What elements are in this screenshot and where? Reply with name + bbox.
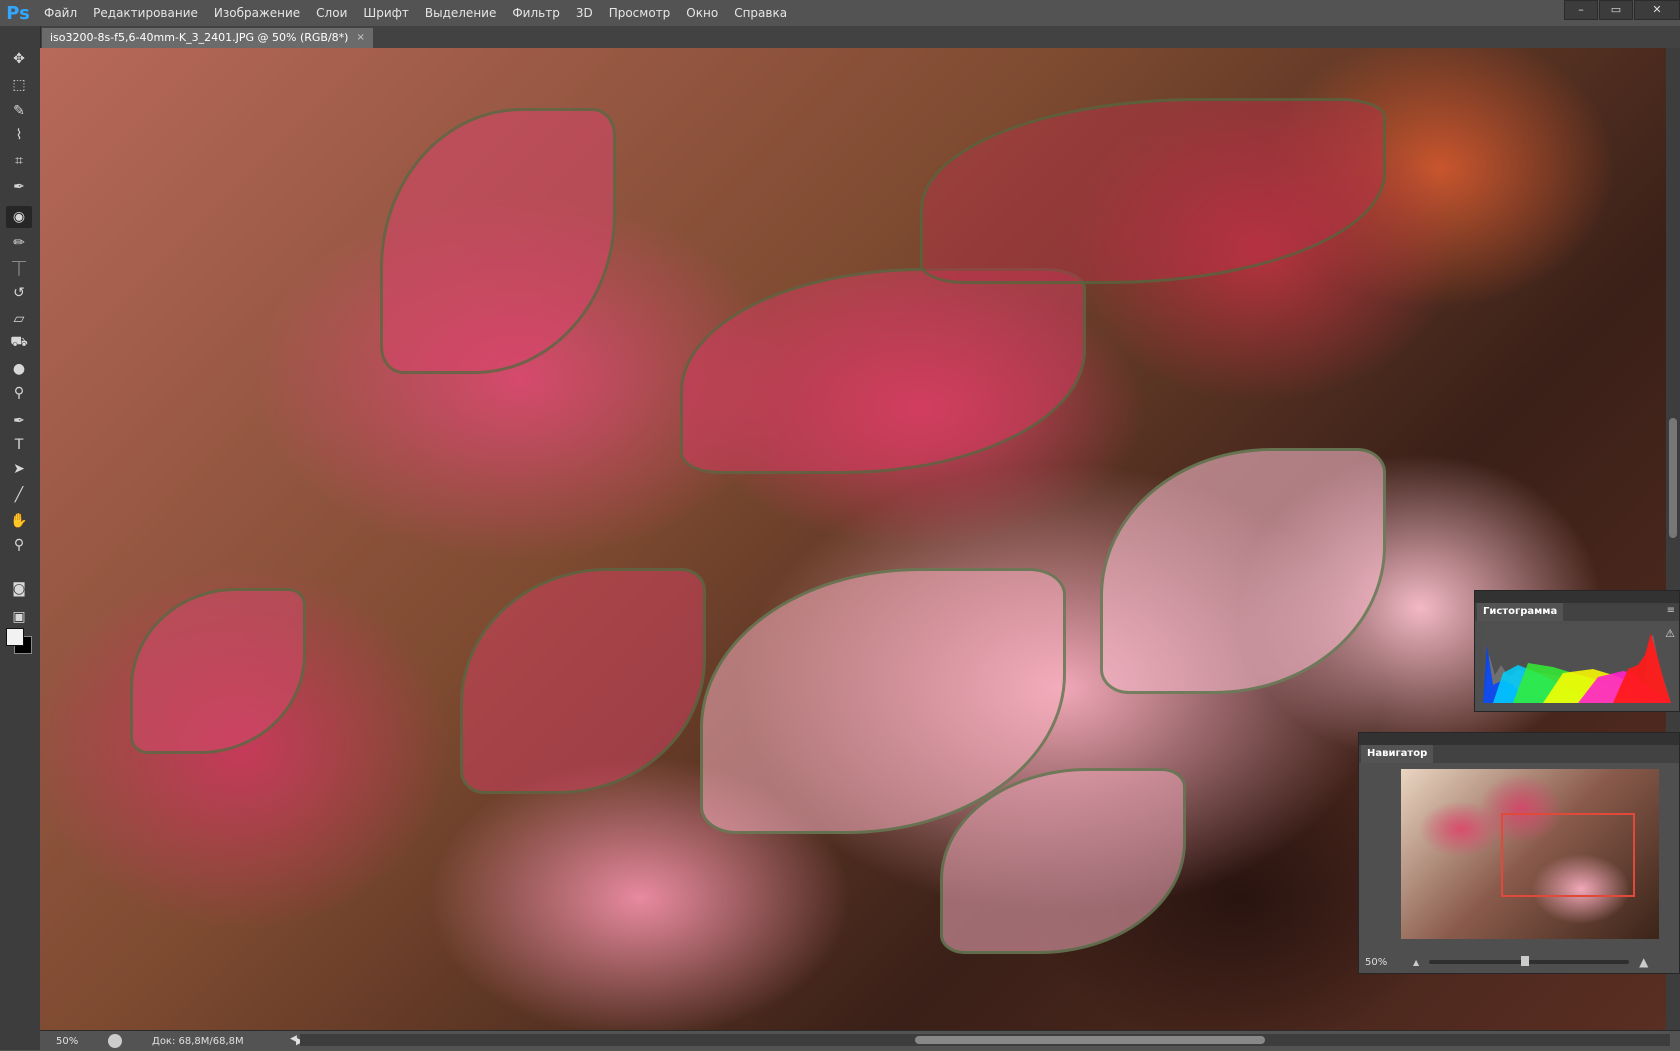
scroll-left-icon[interactable]: ◀ (290, 1034, 297, 1044)
menu-item[interactable]: 3D (568, 0, 601, 26)
dodge-tool-icon[interactable]: ⚲ (6, 382, 32, 404)
menu-item[interactable]: Фильтр (504, 0, 567, 26)
spot-heal-tool-icon[interactable]: ◉ (6, 206, 32, 228)
line-tool-icon[interactable]: ╱ (6, 484, 32, 506)
marquee-tool-icon[interactable]: ⬚ (6, 74, 32, 96)
menu-item[interactable]: Просмотр (601, 0, 679, 26)
vertical-scroll-thumb[interactable] (1669, 418, 1677, 538)
restore-button[interactable]: ▭ (1599, 0, 1633, 20)
document-tab[interactable]: iso3200-8s-f5,6-40mm-K_3_2401.JPG @ 50% … (42, 28, 373, 48)
menu-item[interactable]: Справка (726, 0, 795, 26)
menu-bar: Ps Файл Редактирование Изображение Слои Шриф… (0, 0, 1680, 26)
paint-bucket-tool-icon[interactable]: ⛟ (6, 332, 32, 354)
histogram-graph (1483, 625, 1671, 705)
navigator-controls: 50% ▲ ▲ (1359, 951, 1679, 973)
leaf-shape (920, 98, 1386, 284)
stamp-tool-icon[interactable]: ⏉ (6, 258, 32, 280)
history-brush-tool-icon[interactable]: ↺ (6, 282, 32, 304)
eyedropper-tool-icon[interactable]: ✒ (6, 176, 32, 198)
document-tab-bar: iso3200-8s-f5,6-40mm-K_3_2401.JPG @ 50% … (40, 26, 1680, 48)
close-window-button[interactable]: ✕ (1634, 0, 1680, 20)
leaf-shape (460, 568, 706, 794)
zoom-slider[interactable] (1429, 956, 1630, 966)
tools-panel: ✥ ⬚ ✎ ⌇ ⌗ ✒ ◉ ✏ ⏉ ↺ ▱ ⛟ ● ⚲ ✒ T ➤ ╱ ✋ ⚲ ◙ ▣ (0, 26, 41, 1050)
navigator-tab[interactable]: Навигатор (1361, 745, 1434, 763)
path-select-tool-icon[interactable]: ➤ (6, 458, 32, 480)
menu-item[interactable]: Шрифт (355, 0, 417, 26)
lasso-tool-icon[interactable]: ✎ (6, 100, 32, 122)
leaf-shape (1100, 448, 1386, 694)
eraser-tool-icon[interactable]: ▱ (6, 308, 32, 330)
zoom-tool-icon[interactable]: ⚲ (6, 534, 32, 556)
menu-item[interactable]: Окно (678, 0, 726, 26)
main-menu: Файл Редактирование Изображение Слои Шрифт Вы… (36, 0, 795, 26)
minimize-button[interactable]: – (1564, 0, 1598, 20)
histogram-panel: Гистограмма ≡ ⚠ (1474, 590, 1680, 712)
menu-item[interactable]: Слои (308, 0, 355, 26)
photoshop-logo: Ps (6, 2, 30, 24)
foreground-color-swatch[interactable] (6, 628, 24, 646)
menu-item[interactable]: Выделение (417, 0, 504, 26)
doc-size-info: Док: 68,8M/68,8M (152, 1035, 244, 1047)
status-info-icon[interactable] (108, 1034, 122, 1048)
hand-tool-icon[interactable]: ✋ (6, 510, 32, 532)
warning-icon[interactable]: ⚠ (1665, 627, 1675, 640)
menu-item[interactable]: Файл (36, 0, 85, 26)
panel-header[interactable] (1359, 733, 1679, 745)
status-zoom[interactable]: 50% (40, 1036, 96, 1047)
screen-mode-tool-icon[interactable]: ▣ (6, 606, 32, 628)
blur-tool-icon[interactable]: ● (6, 358, 32, 380)
move-tool-icon[interactable]: ✥ (6, 48, 32, 70)
histogram-tab[interactable]: Гистограмма (1477, 603, 1564, 621)
leaf-shape (130, 588, 306, 754)
menu-item[interactable]: Изображение (206, 0, 308, 26)
pen-tool-icon[interactable]: ✒ (6, 410, 32, 432)
panel-tab-row: Навигатор (1359, 745, 1679, 763)
window-controls: – ▭ ✕ (1563, 0, 1680, 20)
horizontal-scrollbar[interactable]: ◀ (290, 1034, 1670, 1046)
navigator-view-box[interactable] (1501, 813, 1635, 897)
panel-header[interactable] (1475, 591, 1679, 603)
zoom-in-icon[interactable]: ▲ (1639, 955, 1648, 969)
navigator-preview[interactable] (1401, 769, 1659, 939)
menu-item[interactable]: Редактирование (85, 0, 206, 26)
quick-mask-tool-icon[interactable]: ◙ (6, 578, 32, 600)
brush-tool-icon[interactable]: ✏ (6, 232, 32, 254)
navigator-panel: Навигатор 50% ▲ ▲ (1358, 732, 1680, 974)
crop-tool-icon[interactable]: ⌗ (6, 150, 32, 172)
horizontal-scroll-thumb[interactable] (915, 1036, 1265, 1044)
quick-select-tool-icon[interactable]: ⌇ (6, 124, 32, 146)
zoom-out-icon[interactable]: ▲ (1413, 958, 1419, 967)
type-tool-icon[interactable]: T (6, 434, 32, 456)
panel-tab-row: Гистограмма ≡ (1475, 603, 1679, 621)
panel-menu-icon[interactable]: ≡ (1667, 605, 1675, 616)
navigator-zoom-value[interactable]: 50% (1359, 957, 1405, 968)
close-tab-icon[interactable]: × (356, 28, 364, 48)
status-bar: 50% Док: 68,8M/68,8M ▶ ◀ (40, 1030, 1680, 1051)
zoom-slider-knob[interactable] (1521, 956, 1530, 966)
leaf-shape (380, 108, 616, 374)
leaf-shape (680, 268, 1086, 474)
document-tab-title: iso3200-8s-f5,6-40mm-K_3_2401.JPG @ 50% … (50, 31, 349, 44)
